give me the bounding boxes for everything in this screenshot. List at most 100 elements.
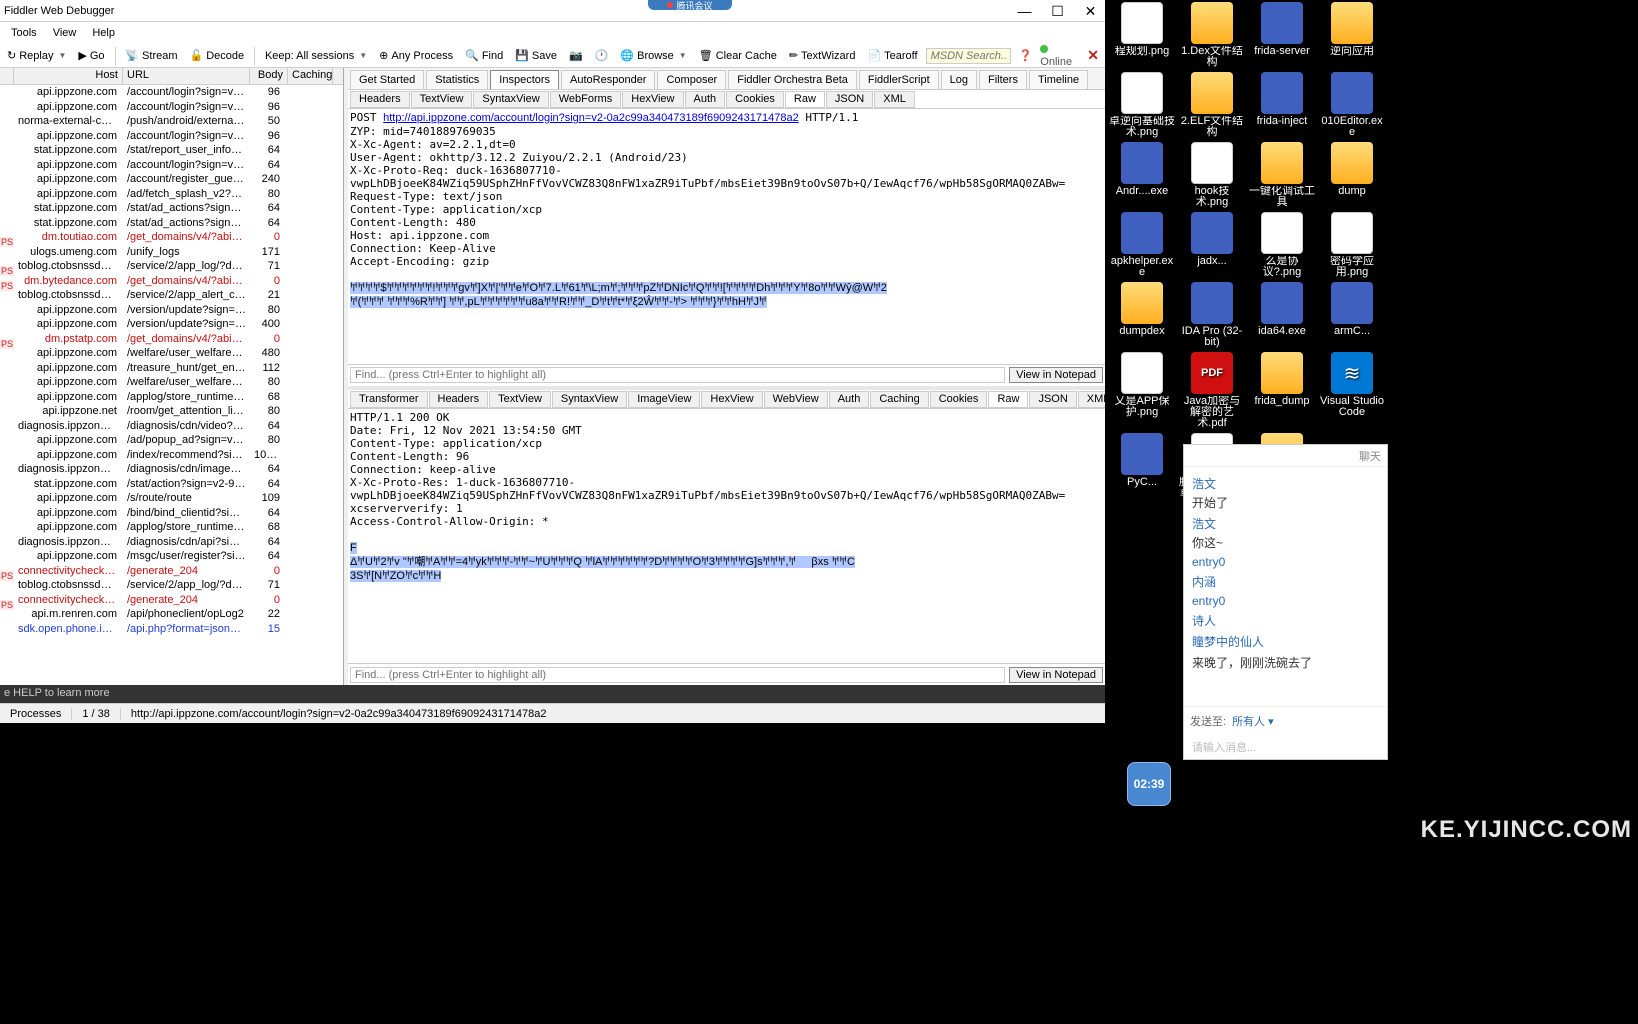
maximize-button[interactable]: ☐ — [1041, 0, 1074, 22]
session-row[interactable]: toblog.ctobsnssdk.c... /service/2/app_lo… — [0, 578, 343, 593]
col-url[interactable]: URL — [123, 68, 250, 84]
response-subtab-transformer[interactable]: Transformer — [350, 391, 428, 408]
request-notepad-button[interactable]: View in Notepad — [1009, 367, 1103, 383]
request-subtab-xml[interactable]: XML — [874, 91, 915, 108]
go-button[interactable]: ▶ Go — [74, 47, 108, 64]
desktop-icon[interactable]: 一键化调试工具 — [1248, 142, 1316, 208]
session-row[interactable]: ulogs.umeng.com /unify_logs 171 — [0, 245, 343, 260]
session-row[interactable]: api.ippzone.com /ad/fetch_splash_v2?sig.… — [0, 187, 343, 202]
any-process-button[interactable]: ⊕ Any Process — [375, 47, 457, 64]
desktop-icon[interactable]: armC... — [1318, 282, 1386, 348]
col-body[interactable]: Body — [250, 68, 288, 84]
tab-composer[interactable]: Composer — [657, 70, 726, 89]
tab-inspectors[interactable]: Inspectors — [490, 70, 559, 89]
request-subtab-raw[interactable]: Raw — [785, 91, 825, 108]
tab-statistics[interactable]: Statistics — [426, 70, 488, 89]
col-caching[interactable]: Caching — [288, 68, 333, 84]
chat-recipient-dropdown[interactable]: 所有人 ▾ — [1232, 713, 1274, 729]
desktop-icon[interactable]: 1.Dex文件结构 — [1178, 2, 1246, 68]
session-row[interactable]: api.ippzone.com /applog/store_runtime_lo… — [0, 390, 343, 405]
session-row[interactable]: PS dm.pstatp.com /get_domains/v4/?abi=ar… — [0, 332, 343, 347]
request-find-input[interactable] — [350, 367, 1005, 383]
response-find-input[interactable] — [350, 667, 1005, 683]
request-subtab-hexview[interactable]: HexView — [622, 91, 683, 108]
replay-button[interactable]: ↻ Replay▼ — [3, 47, 70, 64]
sessions-list[interactable]: api.ippzone.com /account/login?sign=v2-0… — [0, 85, 343, 685]
close-button[interactable]: ✕ — [1074, 0, 1107, 22]
session-row[interactable]: api.ippzone.com /account/login?sign=v2-0… — [0, 85, 343, 100]
session-row[interactable]: PS toblog.ctobsnssdk.c... /service/2/app… — [0, 259, 343, 274]
session-row[interactable]: PS dm.bytedance.com /get_domains/v4/?abi… — [0, 274, 343, 289]
session-row[interactable]: api.ippzone.com /version/update?sign=v2.… — [0, 317, 343, 332]
session-row[interactable]: api.ippzone.com /account/login?sign=v2-9… — [0, 100, 343, 115]
request-subtab-cookies[interactable]: Cookies — [726, 91, 784, 108]
response-subtab-hexview[interactable]: HexView — [701, 391, 762, 408]
tencent-meeting-bar[interactable]: 腾讯会议 — [648, 0, 732, 10]
session-row[interactable]: toblog.ctobsnssdk.c... /service/2/app_al… — [0, 288, 343, 303]
session-row[interactable]: api.ippzone.com /bind/bind_clientid?sign… — [0, 506, 343, 521]
session-row[interactable]: api.m.renren.com /api/phoneclient/opLog2… — [0, 607, 343, 622]
session-row[interactable]: api.ippzone.com /welfare/user_welfare_d.… — [0, 346, 343, 361]
desktop-icon[interactable]: Andr....exe — [1108, 142, 1176, 208]
tab-log[interactable]: Log — [941, 70, 977, 89]
response-subtab-webview[interactable]: WebView — [764, 391, 828, 408]
minimize-button[interactable]: — — [1008, 0, 1041, 22]
desktop-icon[interactable]: 密码学应用.png — [1318, 212, 1386, 278]
response-subtab-imageview[interactable]: ImageView — [628, 391, 700, 408]
desktop-icon[interactable]: 010Editor.exe — [1318, 72, 1386, 138]
desktop-icon[interactable]: apkhelper.exe — [1108, 212, 1176, 278]
tab-timeline[interactable]: Timeline — [1029, 70, 1088, 89]
session-row[interactable]: PS connectivitycheck.g... /generate_204 … — [0, 593, 343, 608]
session-row[interactable]: api.ippzone.com /msgc/user/register?sign… — [0, 549, 343, 564]
desktop-icon[interactable]: ≋ Visual Studio Code — [1318, 352, 1386, 429]
stream-button[interactable]: 📡 Stream — [121, 47, 181, 64]
desktop-icon[interactable]: 程规划.png — [1108, 2, 1176, 68]
session-row[interactable]: api.ippzone.com /account/login?sign=v2-5… — [0, 158, 343, 173]
session-row[interactable]: norma-external-coll... /push/android/ext… — [0, 114, 343, 129]
desktop-icon[interactable]: PyC... — [1108, 433, 1176, 499]
session-row[interactable]: diagnosis.ippzone.com /diagnosis/cdn/ima… — [0, 462, 343, 477]
desktop-icon[interactable]: 么是协议?.png — [1248, 212, 1316, 278]
tab-get-started[interactable]: Get Started — [350, 70, 424, 89]
response-raw-view[interactable]: HTTP/1.1 200 OK Date: Fri, 12 Nov 2021 1… — [348, 409, 1105, 664]
session-row[interactable]: api.ippzone.com /ad/popup_ad?sign=v2-f..… — [0, 433, 343, 448]
session-row[interactable]: api.ippzone.com /applog/store_runtime_lo… — [0, 520, 343, 535]
tab-autoresponder[interactable]: AutoResponder — [561, 70, 655, 89]
col-icon[interactable] — [0, 68, 14, 84]
request-subtab-headers[interactable]: Headers — [350, 91, 410, 108]
help-icon[interactable]: ❓ — [1015, 47, 1037, 64]
session-row[interactable]: stat.ippzone.com /stat/ad_actions?sign=v… — [0, 201, 343, 216]
session-row[interactable]: api.ippzone.com /index/recommend?sign=..… — [0, 448, 343, 463]
session-row[interactable]: stat.ippzone.com /stat/ad_actions?sign=v… — [0, 216, 343, 231]
menu-help[interactable]: Help — [84, 25, 123, 41]
session-row[interactable]: api.ippzone.com /account/register_guest?… — [0, 172, 343, 187]
session-row[interactable]: api.ippzone.com /s/route/route 109 — [0, 491, 343, 506]
save-button[interactable]: 💾 Save — [511, 47, 561, 64]
session-row[interactable]: PS dm.toutiao.com /get_domains/v4/?abi=a… — [0, 230, 343, 245]
desktop-icon[interactable]: PDF Java加密与解密的艺术.pdf — [1178, 352, 1246, 429]
timer-bubble[interactable]: 02:39 — [1127, 762, 1171, 806]
session-row[interactable]: diagnosis.ippzone.com /diagnosis/cdn/api… — [0, 535, 343, 550]
request-subtab-auth[interactable]: Auth — [685, 91, 726, 108]
desktop-icon[interactable]: hook技术.png — [1178, 142, 1246, 208]
desktop-icon[interactable]: jadx... — [1178, 212, 1246, 278]
request-raw-view[interactable]: POST http://api.ippzone.com/account/logi… — [348, 109, 1105, 364]
session-row[interactable]: stat.ippzone.com /stat/report_user_info?… — [0, 143, 343, 158]
desktop-icon[interactable]: 乂是APP保护.png — [1108, 352, 1176, 429]
chat-input[interactable]: 请输入消息... — [1184, 735, 1387, 759]
msdn-search-input[interactable] — [926, 48, 1011, 64]
response-subtab-auth[interactable]: Auth — [829, 391, 870, 408]
tab-fiddler-orchestra-beta[interactable]: Fiddler Orchestra Beta — [728, 70, 857, 89]
menu-tools[interactable]: Tools — [3, 25, 45, 41]
request-subtab-webforms[interactable]: WebForms — [550, 91, 622, 108]
desktop-icon[interactable]: ida64.exe — [1248, 282, 1316, 348]
desktop-icon[interactable]: frida-server — [1248, 2, 1316, 68]
text-wizard-button[interactable]: ✏ TextWizard — [785, 47, 860, 64]
browse-button[interactable]: 🌐 Browse▼ — [616, 47, 690, 64]
chat-messages[interactable]: 浩文开始了浩文你这~entry0内涵entry0诗人瞳梦中的仙人来晚了，刚刚洗碗… — [1184, 467, 1387, 706]
request-subtab-textview[interactable]: TextView — [411, 91, 473, 108]
col-host[interactable]: Host — [14, 68, 123, 84]
response-subtab-caching[interactable]: Caching — [870, 391, 928, 408]
menu-view[interactable]: View — [45, 25, 85, 41]
clear-cache-button[interactable]: 🗑 Clear Cache — [695, 47, 781, 64]
